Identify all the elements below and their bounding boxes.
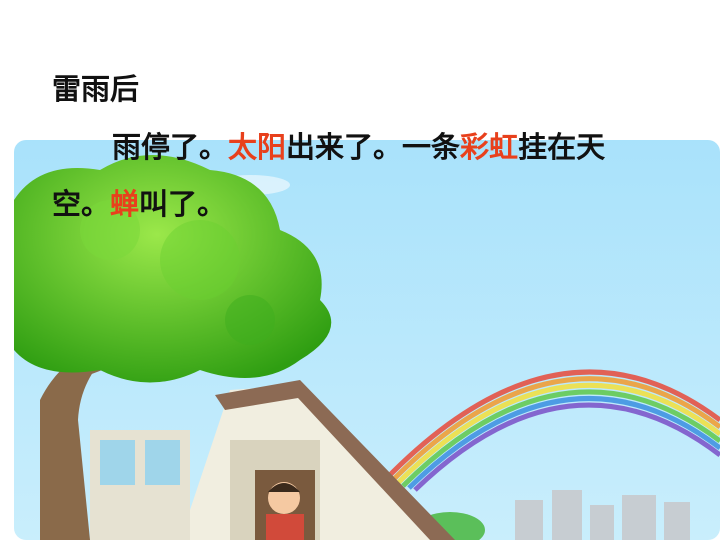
- illustration: [14, 140, 720, 540]
- child-icon: [255, 470, 315, 540]
